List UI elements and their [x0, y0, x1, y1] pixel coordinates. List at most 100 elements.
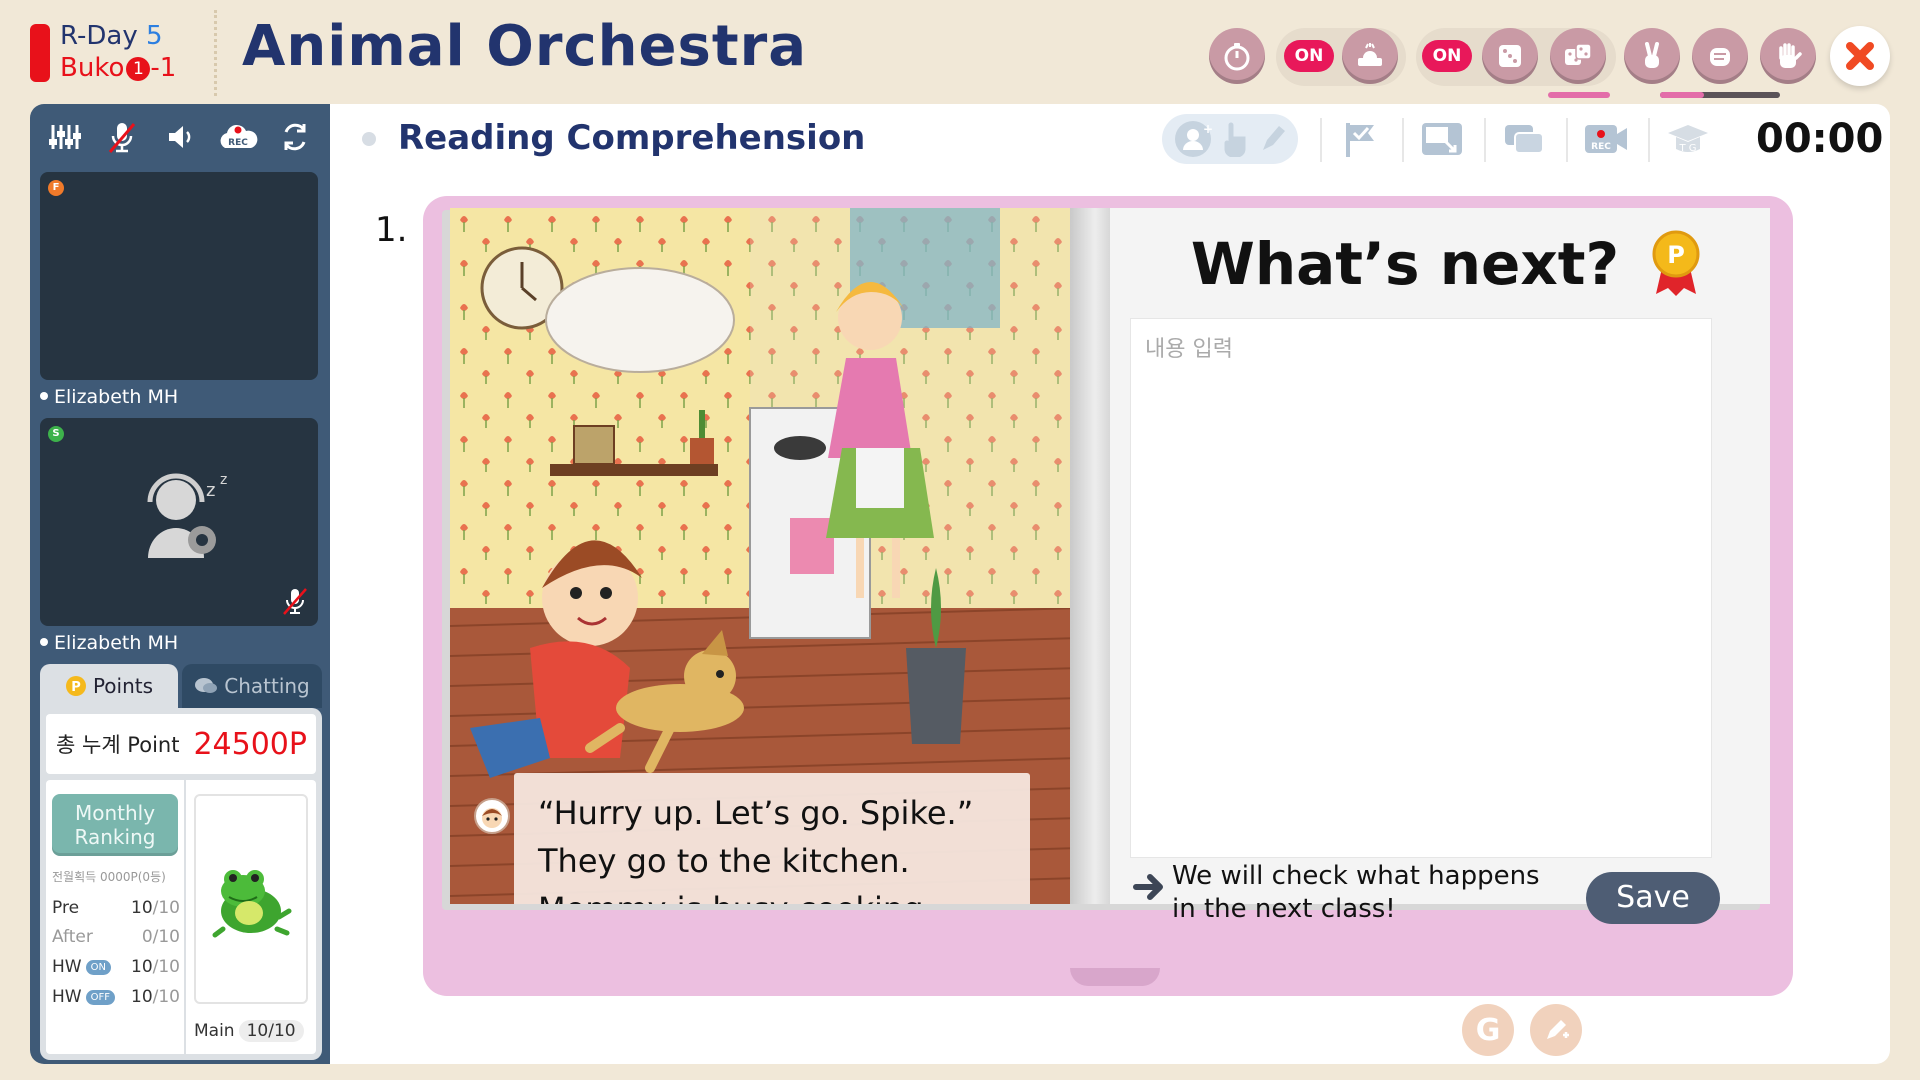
pointer-hand-icon[interactable]	[1219, 121, 1251, 157]
record-button[interactable]: REC	[216, 115, 260, 159]
sleeping-user-icon: z z	[147, 472, 227, 558]
score-total: /10	[152, 957, 180, 977]
day-number: 5	[146, 21, 163, 51]
monthly-ranking-button[interactable]: Monthly Ranking	[52, 794, 178, 856]
day-indicator-bar	[30, 24, 50, 82]
mic-mute-button[interactable]	[100, 115, 144, 159]
graduation-cap-icon: T G	[1668, 125, 1708, 154]
main-score: Main 10/10	[194, 1020, 304, 1042]
media-toolbar: REC	[30, 110, 330, 164]
annotation-tools: +	[1162, 114, 1298, 164]
main-score-value: 10/10	[238, 1020, 304, 1042]
tool-separator	[1648, 118, 1650, 162]
arrow-right-icon	[1133, 874, 1163, 900]
stopwatch-button[interactable]	[1209, 28, 1265, 84]
story-text-box: “Hurry up. Let’s go. Spike.” They go to …	[514, 773, 1030, 904]
tool-separator	[1402, 118, 1404, 162]
tool-separator	[1484, 118, 1486, 162]
fist-button[interactable]	[1692, 28, 1748, 84]
buzzer-on-toggle[interactable]: ON	[1284, 40, 1334, 72]
medal-letter: P	[1667, 241, 1685, 269]
header-divider	[214, 10, 217, 96]
total-points-number: 24500	[193, 726, 289, 762]
answer-input[interactable]	[1131, 319, 1711, 857]
peace-hand-button[interactable]	[1624, 28, 1680, 84]
story-line: They go to the kitchen.	[538, 842, 910, 880]
record-video-button[interactable]: REC	[1580, 116, 1632, 162]
total-points-label: 총 누계 Point	[56, 733, 180, 757]
chat-window-button[interactable]	[1498, 116, 1550, 162]
flag-button[interactable]	[1334, 116, 1386, 162]
open-hand-button[interactable]	[1760, 28, 1816, 84]
switch-button[interactable]	[273, 115, 317, 159]
score-value: 10	[131, 987, 153, 1007]
fist-icon	[1710, 48, 1730, 66]
tab-points[interactable]: P Points	[40, 664, 178, 708]
score-value: 0	[141, 927, 153, 947]
close-button[interactable]	[1830, 26, 1890, 86]
speaker-button[interactable]	[158, 115, 202, 159]
scores-area: Monthly Ranking 전월획득 0000P(0등) Pre 10/10…	[46, 780, 316, 1054]
day-info: R-Day 5 Buko 1 -1	[60, 20, 176, 84]
total-points-value: 24500P	[193, 727, 307, 762]
ranking-character	[194, 794, 308, 1004]
screen-button[interactable]	[1416, 116, 1468, 162]
buzzer-button[interactable]	[1342, 28, 1398, 84]
dice-on-toggle[interactable]: ON	[1422, 40, 1472, 72]
participant-name: Elizabeth MH	[40, 632, 178, 654]
score-total: /10	[152, 927, 180, 947]
dice-active-underline	[1548, 92, 1610, 98]
tool-separator	[1320, 118, 1322, 162]
speaker-icon	[168, 126, 191, 148]
main-score-label: Main	[194, 1021, 235, 1041]
equalizer-button[interactable]	[43, 115, 87, 159]
hint-line: We will check what happens	[1172, 861, 1540, 891]
next-class-hint: We will check what happens in the next c…	[1172, 860, 1540, 926]
scores-divider	[184, 780, 186, 1054]
speaker-avatar-icon	[474, 798, 510, 834]
score-value: 10	[131, 957, 153, 977]
page-title: Animal Orchestra	[242, 14, 808, 79]
windows-icon	[1505, 125, 1544, 154]
main-content: Reading Comprehension + REC T G 00:00 1.	[330, 104, 1890, 1064]
points-panel: P Points Chatting 총 누계 Point 24500P Mont…	[40, 664, 322, 1060]
question-number: 1.	[375, 210, 408, 250]
pencil-icon[interactable]	[1257, 122, 1287, 156]
participants-sidebar: REC F Elizabeth MH S z z Elizabeth MH P …	[30, 104, 330, 1064]
ranking-label-2: Ranking	[74, 825, 156, 849]
answer-page: What’s next? P We will check what happen…	[1110, 208, 1770, 924]
role-badge: F	[48, 180, 64, 196]
hw-off-tag: OFF	[85, 990, 115, 1005]
hw-on-tag: ON	[85, 960, 111, 975]
teacher-guide-label: T G	[1678, 143, 1696, 154]
course-level: 1	[126, 57, 151, 81]
two-dice-icon	[1565, 43, 1592, 65]
mic-muted-icon	[283, 588, 307, 615]
add-user-icon[interactable]: +	[1173, 119, 1213, 159]
section-title: Reading Comprehension	[398, 118, 866, 158]
frog-icon	[212, 870, 292, 938]
buzzer-icon	[1358, 43, 1382, 66]
last-month-points: 전월획득 0000P(0등)	[52, 870, 166, 884]
svg-text:z: z	[220, 472, 227, 488]
tab-chatting[interactable]: Chatting	[182, 664, 322, 708]
score-label: HW	[52, 957, 82, 977]
open-hand-icon	[1779, 43, 1802, 68]
story-illustration: “Hurry up. Let’s go. Spike.” They go to …	[450, 208, 1080, 904]
screen-share-icon	[1422, 123, 1462, 155]
video-tile-teacher[interactable]: F	[40, 172, 318, 380]
top-header: R-Day 5 Buko 1 -1 Animal Orchestra ON ON	[0, 0, 1920, 104]
tool-separator	[1566, 118, 1568, 162]
score-value: 10	[131, 898, 153, 918]
tab-chatting-label: Chatting	[224, 674, 310, 698]
peace-hand-icon	[1645, 42, 1659, 68]
score-label: HW	[52, 987, 82, 1007]
total-points-unit: P	[288, 726, 307, 762]
save-button[interactable]: Save	[1586, 872, 1720, 924]
two-dice-button[interactable]	[1550, 28, 1606, 84]
video-tile-student[interactable]: S z z	[40, 418, 318, 626]
g-button[interactable]: G	[1462, 1004, 1514, 1056]
dice-button[interactable]	[1482, 28, 1538, 84]
teacher-guide-button[interactable]: T G	[1662, 116, 1714, 162]
edit-button[interactable]	[1530, 1004, 1582, 1056]
